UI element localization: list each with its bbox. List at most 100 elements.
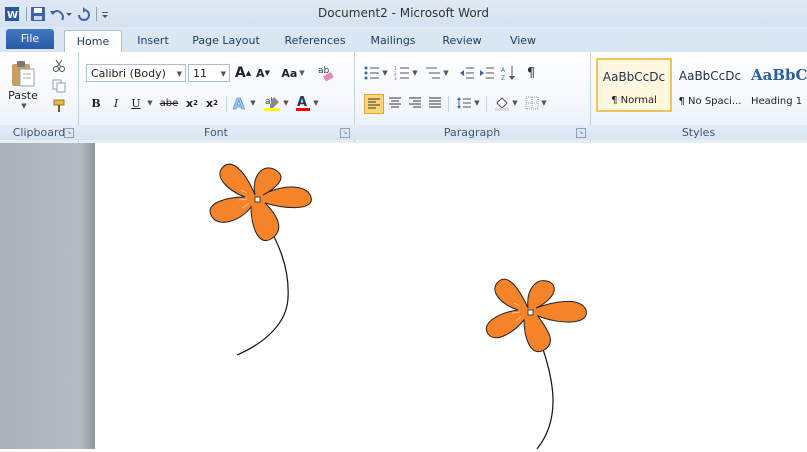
underline-dropdown[interactable]: ▼: [144, 94, 154, 112]
chevron-down-icon: ▼: [541, 99, 547, 107]
styles-group: AaBbCcDc ¶ Normal AaBbCcDc ¶ No Spaci...…: [590, 52, 807, 142]
highlighter-icon: ab: [264, 97, 281, 111]
paste-label: Paste: [8, 88, 38, 102]
underline-button[interactable]: U: [128, 94, 144, 112]
chevron-down-icon: ▼: [283, 99, 289, 107]
paste-button[interactable]: Paste ▼: [6, 56, 40, 112]
svg-text:3: 3: [394, 76, 397, 80]
document-page[interactable]: [95, 143, 807, 450]
format-painter-button[interactable]: [50, 98, 68, 114]
grow-font-button[interactable]: A ▲: [234, 64, 252, 82]
page-canvas: [209, 163, 587, 450]
font-name-value: Calibri (Body): [91, 67, 166, 80]
bold-button[interactable]: B: [88, 94, 104, 112]
dialog-launcher-icon[interactable]: ↘: [64, 128, 74, 138]
font-color-button[interactable]: A ▼: [294, 94, 320, 112]
paragraph-group-label: Paragraph: [354, 125, 590, 140]
numbering-button[interactable]: 123 ▼: [392, 64, 420, 82]
align-center-icon: [389, 97, 401, 108]
justify-button[interactable]: [426, 94, 444, 112]
line-spacing-icon: [457, 97, 472, 109]
style-heading-1[interactable]: AaBbC Heading 1: [748, 58, 807, 112]
tab-view[interactable]: View: [500, 30, 546, 51]
clear-formatting-button[interactable]: ab: [314, 62, 338, 84]
change-case-label: Aa: [281, 66, 298, 80]
document-workspace: [0, 143, 807, 450]
ribbon-tabs: File Home Insert Page Layout References …: [0, 27, 807, 53]
copy-icon: [52, 79, 66, 93]
tab-home[interactable]: Home: [64, 30, 122, 53]
paragraph-group: ▼ 123 ▼ ▼ AZ ¶ ▼ ▼ ▼ Paragraph ↘: [354, 52, 591, 142]
cut-button[interactable]: [50, 58, 68, 74]
flower-center: [254, 196, 261, 203]
style-normal[interactable]: AaBbCcDc ¶ Normal: [596, 58, 672, 112]
decrease-indent-icon: [460, 67, 474, 79]
font-size-value: 11: [193, 67, 207, 80]
flower-drawing[interactable]: [485, 278, 587, 353]
flower-drawing[interactable]: [209, 163, 312, 242]
style-sample: AaBbCcDc: [678, 69, 742, 83]
justify-icon: [429, 97, 441, 108]
ribbon: Paste ▼ Clipboard ↘ Calibri (Body) ▼ 11 …: [0, 52, 807, 144]
dialog-launcher-icon[interactable]: ↘: [576, 128, 586, 138]
shading-button[interactable]: ▼: [492, 94, 520, 112]
align-right-icon: [409, 97, 421, 108]
decrease-indent-button[interactable]: [458, 64, 476, 82]
chevron-down-icon: ▼: [299, 69, 305, 77]
align-left-button[interactable]: [364, 94, 384, 114]
separator: [486, 96, 487, 112]
font-name-select[interactable]: Calibri (Body) ▼: [86, 64, 186, 82]
left-margin-gutter: [0, 143, 95, 449]
multilevel-list-button[interactable]: ▼: [422, 64, 452, 82]
align-center-button[interactable]: [386, 94, 404, 112]
dialog-launcher-icon[interactable]: ↘: [340, 128, 350, 138]
tab-page-layout[interactable]: Page Layout: [186, 30, 266, 51]
sort-icon: AZ: [501, 66, 515, 81]
borders-icon: [525, 96, 539, 110]
flower-center: [527, 309, 534, 316]
scissors-icon: [53, 59, 65, 72]
style-name: ¶ No Spaci...: [678, 96, 742, 107]
svg-text:A: A: [501, 67, 506, 74]
window-title: Document2 - Microsoft Word: [317, 6, 490, 20]
superscript-label: x: [206, 96, 214, 110]
copy-button[interactable]: [50, 78, 68, 94]
eraser-icon: ab: [318, 66, 334, 82]
style-name: ¶ Normal: [611, 95, 657, 106]
show-formatting-marks-button[interactable]: ¶: [522, 64, 540, 82]
bullets-icon: [364, 66, 380, 80]
highlight-color-button[interactable]: ab ▼: [262, 94, 290, 112]
shrink-font-button[interactable]: A ▼: [254, 64, 272, 82]
svg-text:A: A: [233, 95, 245, 111]
chevron-down-icon: ▼: [250, 99, 256, 107]
italic-button[interactable]: I: [108, 94, 124, 112]
text-effects-button[interactable]: A ▼: [232, 94, 256, 112]
increase-indent-button[interactable]: [478, 64, 496, 82]
title-bar: W Document2 - Microsoft Word: [0, 0, 807, 27]
chevron-down-icon: ▼: [147, 99, 153, 107]
bullets-button[interactable]: ▼: [362, 64, 390, 82]
font-size-select[interactable]: 11 ▼: [188, 64, 230, 82]
subscript-label: x: [186, 96, 194, 110]
chevron-down-icon: ▼: [313, 99, 319, 107]
sort-button[interactable]: AZ: [500, 64, 518, 82]
style-no-spacing[interactable]: AaBbCcDc ¶ No Spaci...: [672, 58, 748, 112]
change-case-button[interactable]: Aa ▼: [280, 64, 306, 82]
tab-insert[interactable]: Insert: [128, 30, 178, 51]
flower-petals: [485, 278, 587, 353]
tab-review[interactable]: Review: [436, 30, 488, 51]
tab-file[interactable]: File: [6, 29, 54, 49]
style-sample: AaBbCcDc: [602, 70, 666, 84]
borders-button[interactable]: ▼: [522, 94, 550, 112]
style-sample: AaBbC: [751, 66, 807, 84]
tab-mailings[interactable]: Mailings: [364, 30, 422, 51]
superscript-button[interactable]: x2: [204, 94, 220, 112]
subscript-button[interactable]: x2: [184, 94, 200, 112]
paintbrush-icon: [53, 99, 65, 112]
align-right-button[interactable]: [406, 94, 424, 112]
tab-references[interactable]: References: [278, 30, 352, 51]
chevron-down-icon: ▼: [220, 70, 226, 78]
line-spacing-button[interactable]: ▼: [454, 94, 482, 112]
strikethrough-button[interactable]: abe: [158, 94, 180, 112]
chevron-down-icon: ▼: [443, 69, 449, 77]
